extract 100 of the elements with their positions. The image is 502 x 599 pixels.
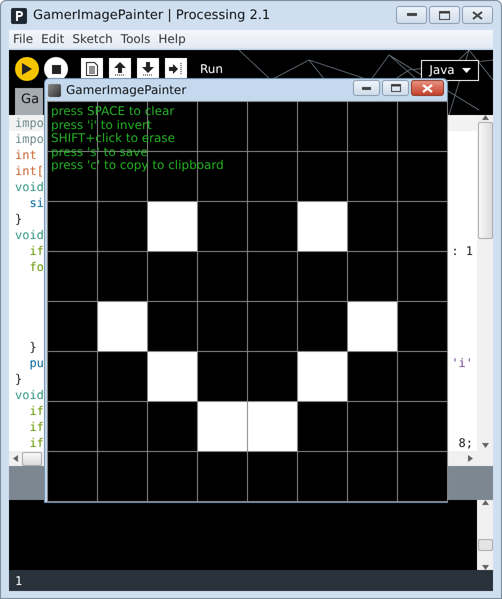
code-text: impo xyxy=(15,116,44,130)
code-text: if xyxy=(28,244,44,258)
file-tab[interactable]: Ga xyxy=(15,88,43,115)
pixel-cell[interactable] xyxy=(98,252,148,302)
pixel-cell[interactable] xyxy=(148,402,198,452)
toolbar-label: Run xyxy=(200,62,224,76)
play-icon xyxy=(22,63,32,75)
close-button[interactable] xyxy=(462,6,493,24)
pixel-cell[interactable] xyxy=(348,402,398,452)
pixel-cell[interactable] xyxy=(298,402,348,452)
pixel-cell[interactable] xyxy=(348,352,398,402)
scrollbar-thumb[interactable] xyxy=(22,452,42,466)
minimize-button[interactable] xyxy=(353,80,380,96)
pixel-cell[interactable] xyxy=(298,152,348,202)
pixel-cell[interactable] xyxy=(198,352,248,402)
code-text: int[ xyxy=(15,164,44,178)
code-text: : 1 xyxy=(451,244,473,258)
scrollbar-thumb[interactable] xyxy=(478,539,492,551)
pixel-cell[interactable] xyxy=(298,102,348,152)
pixel-cell[interactable] xyxy=(398,302,448,352)
maximize-icon xyxy=(439,10,450,20)
pixel-cell[interactable] xyxy=(198,402,248,452)
pixel-cell[interactable] xyxy=(398,102,448,152)
pixel-cell[interactable] xyxy=(248,302,298,352)
pixel-cell[interactable] xyxy=(148,352,198,402)
code-text: void xyxy=(15,228,44,242)
menu-item[interactable]: Sketch xyxy=(72,32,113,46)
code-text: impo xyxy=(15,132,44,146)
pixel-cell[interactable] xyxy=(248,152,298,202)
pixel-cell[interactable] xyxy=(298,302,348,352)
minimize-button[interactable] xyxy=(396,6,427,24)
window-title: GamerImagePainter xyxy=(66,83,188,97)
pixel-cell[interactable] xyxy=(98,452,148,502)
pixel-cell[interactable] xyxy=(298,352,348,402)
pixel-cell[interactable] xyxy=(48,352,98,402)
save-button[interactable] xyxy=(137,58,159,80)
code-text: if xyxy=(28,404,44,418)
pixel-cell[interactable] xyxy=(398,252,448,302)
run-button[interactable] xyxy=(15,57,39,81)
pixel-cell[interactable] xyxy=(248,102,298,152)
menu-item[interactable]: Edit xyxy=(41,32,64,46)
pixel-cell[interactable] xyxy=(198,452,248,502)
pixel-cell[interactable] xyxy=(148,252,198,302)
document-icon xyxy=(86,62,98,76)
pixel-cell[interactable] xyxy=(348,302,398,352)
code-text: fo xyxy=(28,260,44,274)
close-icon xyxy=(422,84,433,92)
menu-item[interactable]: Tools xyxy=(120,32,150,46)
export-button[interactable] xyxy=(165,58,187,80)
maximize-button[interactable] xyxy=(382,80,409,96)
pixel-cell[interactable] xyxy=(98,302,148,352)
caret-icon xyxy=(462,68,471,72)
pixel-cell[interactable] xyxy=(398,202,448,252)
up-arrow-icon xyxy=(114,62,126,76)
pixel-cell[interactable] xyxy=(48,402,98,452)
pixel-cell[interactable] xyxy=(348,452,398,502)
menu-item[interactable]: File xyxy=(13,32,34,46)
pixel-cell[interactable] xyxy=(198,202,248,252)
pixel-cell[interactable] xyxy=(348,202,398,252)
pixel-cell[interactable] xyxy=(198,252,248,302)
menu-item[interactable]: Help xyxy=(158,32,186,46)
pixel-cell[interactable] xyxy=(298,202,348,252)
pixel-cell[interactable] xyxy=(148,302,198,352)
app-icon xyxy=(48,84,61,96)
pixel-cell[interactable] xyxy=(148,452,198,502)
maximize-button[interactable] xyxy=(429,6,460,24)
pixel-cell[interactable] xyxy=(348,252,398,302)
pixel-cell[interactable] xyxy=(48,452,98,502)
pixel-cell[interactable] xyxy=(248,352,298,402)
open-button[interactable] xyxy=(109,58,131,80)
stop-icon xyxy=(52,64,60,74)
pixel-cell[interactable] xyxy=(48,302,98,352)
code-text: pu xyxy=(28,356,44,370)
down-arrow-icon xyxy=(142,62,154,76)
close-button[interactable] xyxy=(411,80,444,96)
pixel-cell[interactable] xyxy=(298,452,348,502)
pixel-cell[interactable] xyxy=(248,452,298,502)
pixel-cell[interactable] xyxy=(48,202,98,252)
pixel-cell[interactable] xyxy=(98,352,148,402)
code-text: int xyxy=(15,148,37,162)
pixel-cell[interactable] xyxy=(248,402,298,452)
new-button[interactable] xyxy=(81,58,103,80)
code-text: } xyxy=(15,212,22,226)
pixel-cell[interactable] xyxy=(48,252,98,302)
mode-dropdown[interactable]: Java xyxy=(421,60,479,80)
pixel-cell[interactable] xyxy=(98,202,148,252)
scrollbar-thumb[interactable] xyxy=(478,122,492,239)
pixel-cell[interactable] xyxy=(148,202,198,252)
pixel-cell[interactable] xyxy=(398,352,448,402)
pixel-cell[interactable] xyxy=(348,152,398,202)
pixel-cell[interactable] xyxy=(348,102,398,152)
pixel-cell[interactable] xyxy=(248,202,298,252)
pixel-cell[interactable] xyxy=(298,252,348,302)
pixel-cell[interactable] xyxy=(198,302,248,352)
pixel-cell[interactable] xyxy=(398,402,448,452)
pixel-cell[interactable] xyxy=(398,452,448,502)
pixel-cell[interactable] xyxy=(398,152,448,202)
pixel-cell[interactable] xyxy=(198,102,248,152)
pixel-cell[interactable] xyxy=(248,252,298,302)
pixel-cell[interactable] xyxy=(98,402,148,452)
